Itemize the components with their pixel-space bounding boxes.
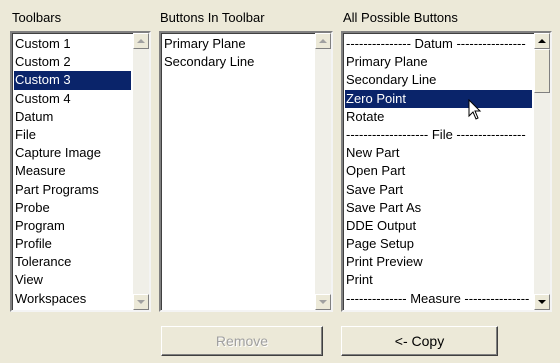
list-item[interactable]: --------------- Datum ---------------- [345,35,532,53]
list-item[interactable]: Measure Mode [345,308,532,310]
scroll-down-arrow-icon[interactable] [133,294,149,310]
list-item[interactable]: Save Part [345,181,532,199]
list-item[interactable]: Datum [14,108,131,126]
list-item[interactable]: View [14,271,131,289]
list-item[interactable]: Secondary Line [163,53,313,71]
list-item[interactable]: Probe [14,199,131,217]
list-item[interactable]: Page Setup [345,235,532,253]
list-item[interactable]: Primary Plane [163,35,313,53]
toolbars-scrollbar[interactable] [133,33,149,310]
all-buttons-scrollbar[interactable] [534,33,550,310]
toolbars-list[interactable]: Custom 1 Custom 2 Custom 3 Custom 4 Datum Fil… [10,31,151,312]
list-item[interactable]: Zero Point [345,89,532,108]
list-item[interactable]: Open Part [345,162,532,180]
remove-button-label: Remove [215,333,269,349]
list-item[interactable]: Profile [14,235,131,253]
list-item[interactable]: Print [345,271,532,289]
list-item[interactable]: Part Programs [14,181,131,199]
list-item[interactable]: ------------------- File ---------------… [345,126,532,144]
list-item[interactable]: Custom 2 [14,53,131,71]
list-item[interactable]: -------------- Measure --------------- [345,290,532,308]
list-item[interactable]: Program [14,217,131,235]
all-possible-buttons-list[interactable]: --------------- Datum ---------------- Pr… [341,31,552,312]
list-item[interactable]: Capture Image [14,144,131,162]
scroll-up-arrow-icon[interactable] [133,33,149,49]
remove-button[interactable]: Remove [161,326,323,356]
buttons-in-toolbar-list[interactable]: Primary Plane Secondary Line [159,31,333,312]
list-item[interactable]: New Part [345,144,532,162]
scroll-up-arrow-icon[interactable] [534,33,550,49]
list-item[interactable]: Custom 3 [14,71,131,90]
mouse-pointer-icon [468,99,482,120]
scroll-up-arrow-icon[interactable] [315,33,331,49]
list-item[interactable]: DDE Output [345,217,532,235]
list-item[interactable]: Custom 4 [14,90,131,108]
list-item[interactable]: Measure [14,162,131,180]
all-possible-buttons-title: All Possible Buttons [343,10,458,25]
copy-button-label: <- Copy [394,333,445,349]
copy-button[interactable]: <- Copy [341,326,498,356]
list-item[interactable]: Save Part As [345,199,532,217]
buttons-in-toolbar-title: Buttons In Toolbar [160,10,265,25]
list-item[interactable]: Rotate [345,108,532,126]
list-item[interactable]: Primary Plane [345,53,532,71]
list-item[interactable]: Print Preview [345,253,532,271]
list-item[interactable]: Custom 1 [14,35,131,53]
list-item[interactable]: Tolerance [14,253,131,271]
buttons-in-toolbar-scrollbar[interactable] [315,33,331,310]
scroll-down-arrow-icon[interactable] [534,294,550,310]
scroll-down-arrow-icon[interactable] [315,294,331,310]
list-item[interactable]: File [14,126,131,144]
list-item[interactable]: Workspaces [14,290,131,308]
list-item[interactable]: Secondary Line [345,71,532,89]
toolbars-title: Toolbars [12,10,62,25]
scroll-thumb[interactable] [534,49,550,93]
